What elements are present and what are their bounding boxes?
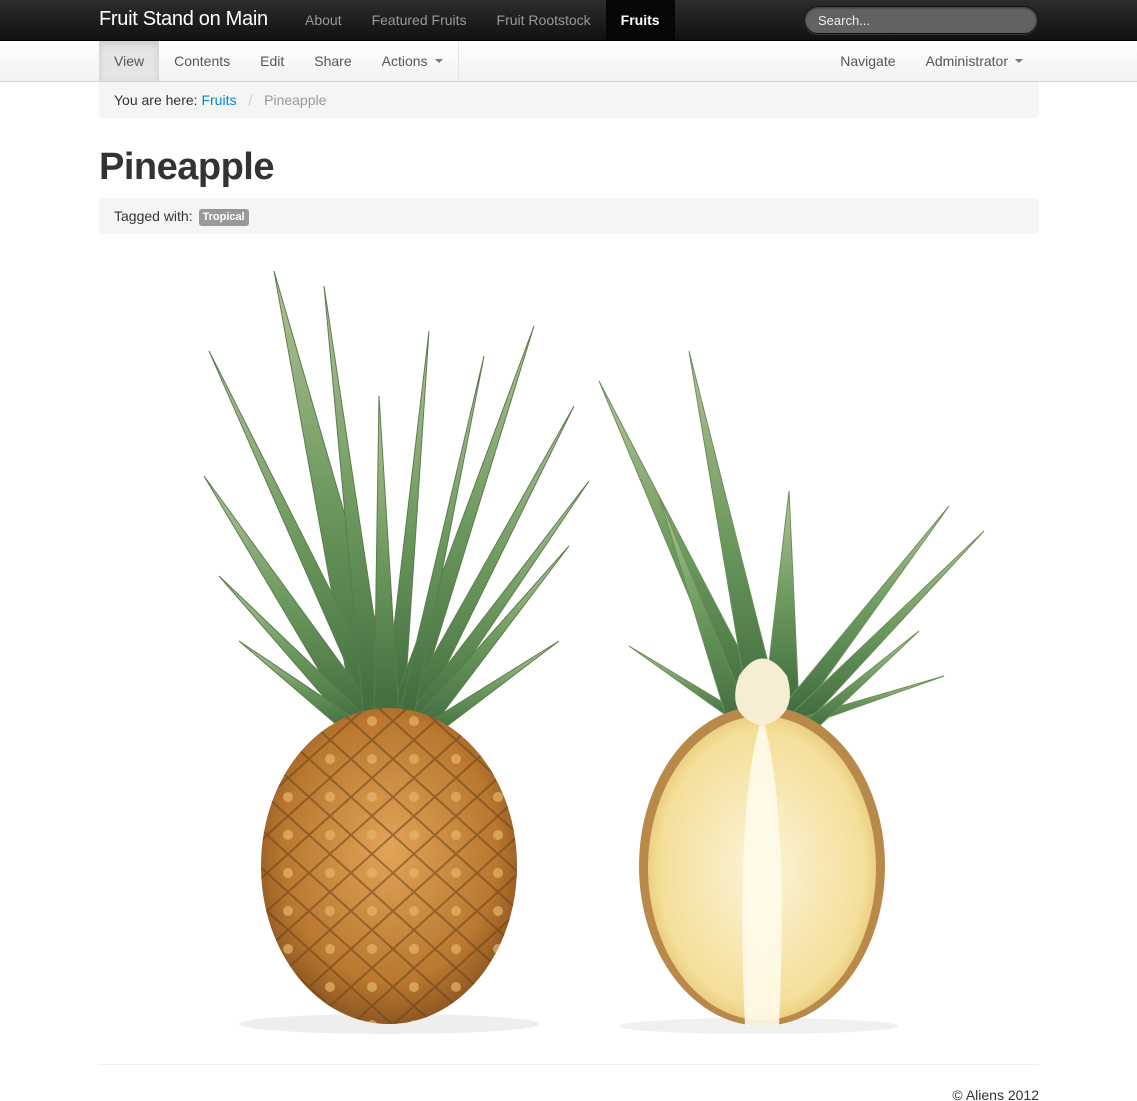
toolbar-contents-label: Contents xyxy=(174,53,231,69)
page-title: Pineapple xyxy=(99,146,275,188)
toolbar-actions-label: Actions xyxy=(381,53,428,69)
nav-item-fruits[interactable]: Fruits xyxy=(605,0,675,40)
nav-item-about[interactable]: About xyxy=(290,0,357,40)
toolbar-actions-dropdown[interactable]: Actions xyxy=(367,41,458,81)
toolbar-left: View Contents Edit Share Actions xyxy=(99,41,459,81)
caret-down-icon xyxy=(434,59,443,64)
toolbar-navigate-label: Navigate xyxy=(840,53,896,69)
footer-copyright: © Aliens 2012 xyxy=(952,1087,1039,1101)
toolbar-right: Navigate Administrator xyxy=(825,41,1038,81)
toolbar-administrator-label: Administrator xyxy=(925,53,1008,69)
toolbar-edit-label: Edit xyxy=(260,53,285,69)
site-brand[interactable]: Fruit Stand on Main xyxy=(99,8,268,31)
tag-badge[interactable]: Tropical xyxy=(198,209,249,226)
nav-item-fruit-rootstock[interactable]: Fruit Rootstock xyxy=(482,0,606,40)
footer-divider xyxy=(99,1064,1039,1065)
pineapple-photo xyxy=(99,246,1039,1044)
pineapple-illustration xyxy=(99,246,1039,1044)
toolbar-administrator-dropdown[interactable]: Administrator xyxy=(911,41,1038,81)
toolbar-share-label: Share xyxy=(314,53,352,69)
tagged-with-label: Tagged with: xyxy=(114,208,193,224)
top-navbar: Fruit Stand on Main About Featured Fruit… xyxy=(0,0,1137,41)
caret-down-icon xyxy=(1015,59,1023,64)
toolbar-navigate[interactable]: Navigate xyxy=(825,41,910,81)
toolbar-contents[interactable]: Contents xyxy=(159,41,245,81)
edit-toolbar: View Contents Edit Share Actions Navigat… xyxy=(0,41,1137,82)
toolbar-view-label: View xyxy=(114,53,145,69)
breadcrumb-link-fruits[interactable]: Fruits xyxy=(201,92,236,108)
breadcrumb-current: Pineapple xyxy=(264,92,327,108)
tags-bar: Tagged with: Tropical xyxy=(99,198,1039,234)
top-nav: About Featured Fruits Fruit Rootstock Fr… xyxy=(290,0,675,40)
breadcrumb-separator: / xyxy=(248,92,253,108)
toolbar-view[interactable]: View xyxy=(99,41,160,81)
toolbar-edit[interactable]: Edit xyxy=(245,41,299,81)
breadcrumb: You are here: Fruits / Pineapple xyxy=(99,82,1039,118)
nav-item-featured-fruits[interactable]: Featured Fruits xyxy=(357,0,482,40)
toolbar-share[interactable]: Share xyxy=(299,41,366,81)
search-input[interactable] xyxy=(804,6,1038,34)
breadcrumb-prefix: You are here: xyxy=(114,92,198,108)
